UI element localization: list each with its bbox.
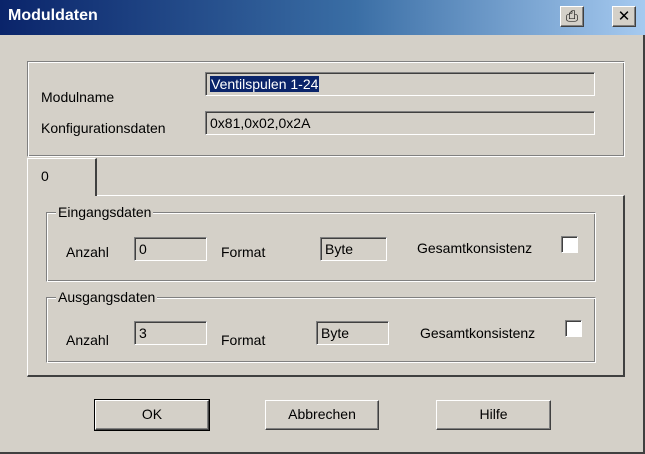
tab-label: 0 bbox=[41, 168, 49, 184]
input-count-label: Anzahl bbox=[66, 244, 109, 260]
module-name-value: Ventilspulen 1-24 bbox=[210, 76, 320, 92]
input-consistency-checkbox[interactable] bbox=[561, 236, 578, 253]
module-name-label: Modulname bbox=[41, 89, 115, 105]
input-data-title: Eingangsdaten bbox=[56, 204, 154, 220]
output-format-label: Format bbox=[221, 332, 266, 348]
title-bar[interactable]: Moduldaten ⎙ ✕ bbox=[0, 0, 645, 35]
config-data-field[interactable]: 0x81,0x02,0x2A bbox=[205, 111, 595, 135]
cancel-button[interactable]: Abbrechen bbox=[265, 400, 379, 430]
window-title: Moduldaten bbox=[8, 7, 98, 24]
output-count-label: Anzahl bbox=[66, 332, 109, 348]
module-name-field[interactable]: Ventilspulen 1-24 bbox=[205, 72, 595, 96]
ok-button[interactable]: OK bbox=[94, 399, 210, 431]
output-count-field[interactable]: 3 bbox=[134, 321, 207, 345]
input-format-field[interactable]: Byte bbox=[320, 237, 387, 261]
output-data-title: Ausgangsdaten bbox=[56, 289, 158, 305]
print-icon[interactable]: ⎙ bbox=[560, 6, 584, 27]
input-format-label: Format bbox=[221, 244, 266, 260]
tab-0[interactable]: 0 bbox=[27, 158, 97, 196]
config-data-label: Konfigurationsdaten bbox=[41, 120, 166, 136]
close-icon[interactable]: ✕ bbox=[612, 6, 636, 27]
input-consistency-label: Gesamtkonsistenz bbox=[417, 240, 533, 256]
output-format-field[interactable]: Byte bbox=[316, 321, 389, 345]
input-count-field[interactable]: 0 bbox=[134, 237, 207, 261]
output-consistency-label: Gesamtkonsistenz bbox=[420, 325, 536, 341]
help-button[interactable]: Hilfe bbox=[436, 400, 551, 430]
output-consistency-checkbox[interactable] bbox=[565, 320, 582, 337]
